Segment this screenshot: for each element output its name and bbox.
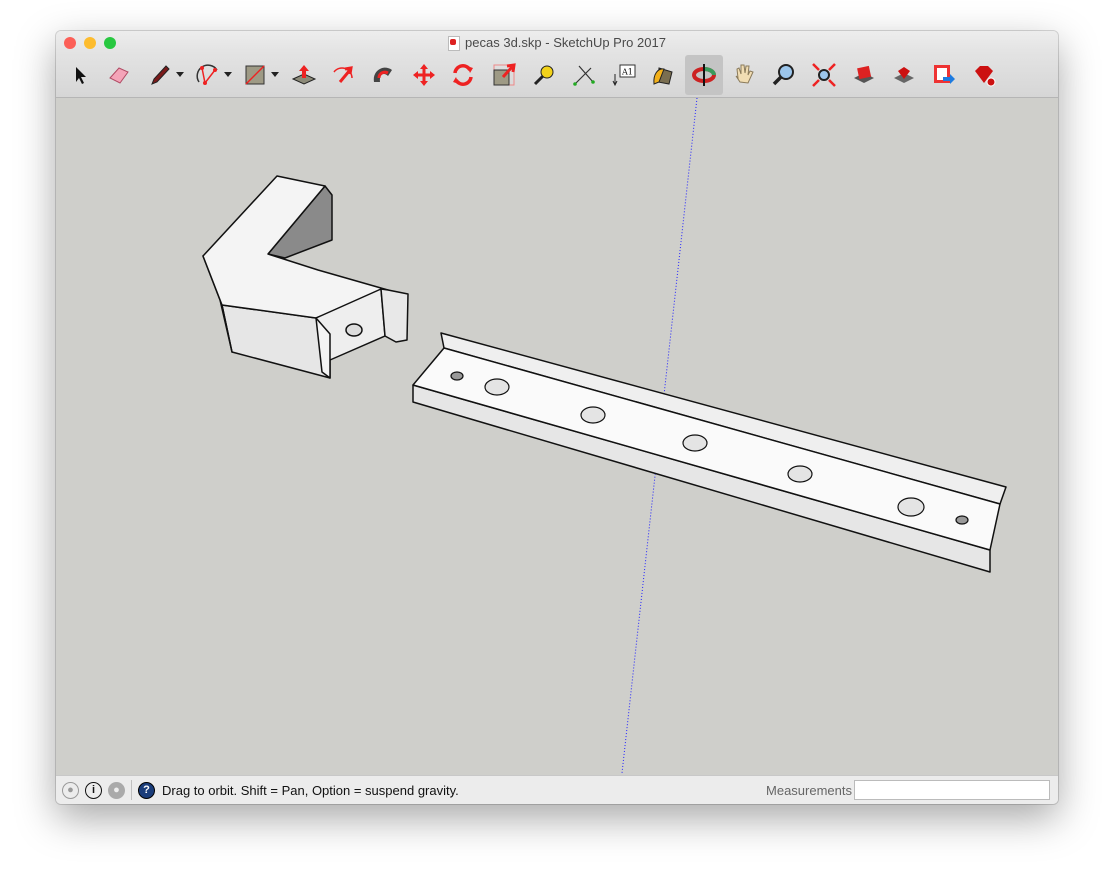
3d-warehouse-icon bbox=[854, 65, 874, 83]
l-bracket-part[interactable] bbox=[202, 175, 409, 379]
measurements-label: Measurements bbox=[766, 782, 852, 798]
rotate-icon bbox=[453, 64, 473, 86]
rail-hole bbox=[580, 406, 606, 424]
scale-tool[interactable] bbox=[485, 55, 523, 95]
text-icon: A1 bbox=[612, 64, 636, 87]
arc-tool[interactable] bbox=[189, 55, 227, 95]
zoom-extents-icon bbox=[812, 63, 836, 87]
pencil-tool[interactable] bbox=[141, 55, 179, 95]
screw-hole bbox=[955, 515, 969, 525]
info-icon[interactable]: i bbox=[85, 781, 102, 799]
arc-icon bbox=[196, 64, 218, 85]
rail-hole bbox=[484, 378, 510, 396]
window-title: pecas 3d.skp - SketchUp Pro 2017 bbox=[465, 35, 666, 50]
send-to-layout-tool[interactable] bbox=[925, 55, 963, 95]
zoom-tool[interactable] bbox=[765, 55, 803, 95]
protractor-icon bbox=[573, 65, 595, 86]
text-tool[interactable]: A1 bbox=[605, 55, 643, 95]
warehouse-tool[interactable] bbox=[845, 55, 883, 95]
rail-part[interactable] bbox=[412, 332, 1007, 573]
rail-hole bbox=[682, 434, 708, 452]
push-pull-icon bbox=[291, 65, 317, 85]
paint-bucket-icon bbox=[653, 67, 673, 85]
extension-manager-tool[interactable] bbox=[965, 55, 1003, 95]
zoom-extents-tool[interactable] bbox=[805, 55, 843, 95]
arrow-icon bbox=[76, 67, 86, 84]
screw-hole bbox=[345, 323, 363, 337]
ruby-gem-icon bbox=[975, 66, 996, 87]
document-icon bbox=[448, 35, 461, 51]
close-button[interactable] bbox=[64, 37, 76, 49]
measurements-input[interactable] bbox=[854, 780, 1050, 800]
geo-location-icon[interactable]: ● bbox=[62, 781, 79, 799]
push-pull-tool[interactable] bbox=[285, 55, 323, 95]
rectangle-tool[interactable] bbox=[236, 55, 274, 95]
eraser-tool[interactable] bbox=[100, 55, 138, 95]
svg-text:A1: A1 bbox=[621, 68, 633, 77]
orbit-tool[interactable] bbox=[685, 55, 723, 95]
eraser-icon bbox=[109, 67, 129, 84]
hand-icon bbox=[735, 64, 754, 84]
tape-measure-icon bbox=[533, 65, 554, 86]
extension-warehouse-icon bbox=[894, 67, 914, 83]
layout-icon bbox=[934, 65, 955, 84]
rectangle-icon bbox=[245, 65, 265, 85]
follow-me-tool[interactable] bbox=[364, 55, 402, 95]
status-hint: Drag to orbit. Shift = Pan, Option = sus… bbox=[162, 782, 459, 798]
rotate-tool[interactable] bbox=[444, 55, 482, 95]
screw-hole bbox=[450, 371, 464, 381]
pan-tool[interactable] bbox=[725, 55, 763, 95]
drawing-viewport[interactable] bbox=[56, 98, 1058, 776]
offset-icon bbox=[333, 66, 353, 83]
orbit-icon bbox=[692, 64, 716, 86]
offset-tool[interactable] bbox=[324, 55, 362, 95]
toolbar: A1 bbox=[56, 53, 1058, 98]
extension-warehouse-tool[interactable] bbox=[885, 55, 923, 95]
follow-me-icon bbox=[373, 67, 392, 82]
paint-bucket-tool[interactable] bbox=[644, 55, 682, 95]
sketchup-window: pecas 3d.skp - SketchUp Pro 2017 A1 ● i … bbox=[56, 31, 1058, 804]
move-tool[interactable] bbox=[405, 55, 443, 95]
zoom-button[interactable] bbox=[104, 37, 116, 49]
protractor-tool[interactable] bbox=[565, 55, 603, 95]
minimize-button[interactable] bbox=[84, 37, 96, 49]
user-icon[interactable]: ● bbox=[108, 781, 125, 799]
status-bar: ● i ● ? Drag to orbit. Shift = Pan, Opti… bbox=[56, 775, 1058, 804]
divider bbox=[131, 780, 132, 800]
rail-hole bbox=[897, 497, 925, 517]
title-bar: pecas 3d.skp - SketchUp Pro 2017 bbox=[56, 31, 1058, 53]
arc-dropdown-icon[interactable] bbox=[224, 72, 232, 77]
rail-hole bbox=[787, 465, 813, 483]
move-icon bbox=[413, 64, 435, 86]
rectangle-dropdown-icon[interactable] bbox=[271, 72, 279, 77]
tape-measure-tool[interactable] bbox=[525, 55, 563, 95]
select-tool[interactable] bbox=[61, 55, 99, 95]
model-canvas[interactable] bbox=[56, 98, 1058, 776]
help-icon[interactable]: ? bbox=[138, 781, 155, 799]
magnifier-icon bbox=[772, 64, 794, 86]
pencil-icon bbox=[151, 65, 170, 85]
pencil-dropdown-icon[interactable] bbox=[176, 72, 184, 77]
scale-icon bbox=[493, 63, 516, 86]
